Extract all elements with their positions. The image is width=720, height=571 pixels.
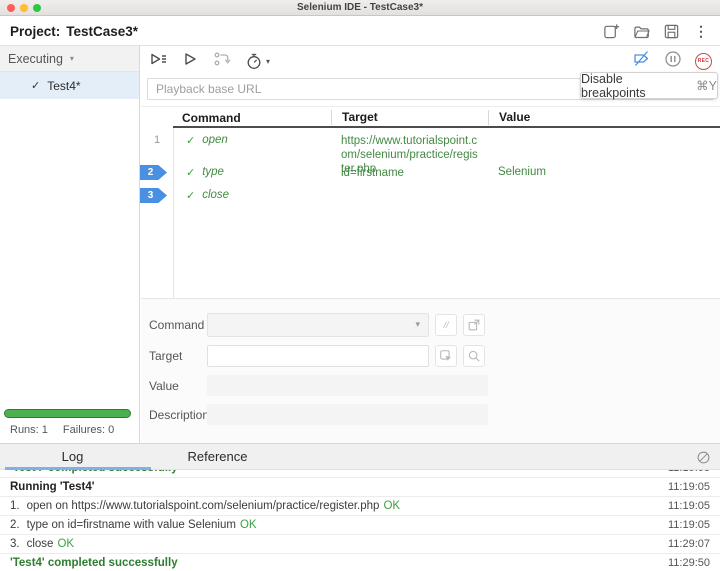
command-cell[interactable]: open bbox=[202, 134, 228, 146]
record-button[interactable]: REC bbox=[695, 52, 712, 70]
run-current-test-button[interactable] bbox=[181, 50, 199, 73]
log-tabbar: Log Reference bbox=[0, 444, 720, 470]
window-controls[interactable] bbox=[7, 4, 41, 12]
select-element-icon[interactable] bbox=[435, 345, 457, 367]
command-cell[interactable]: close bbox=[202, 189, 229, 201]
log-entry: Running 'Test4' 11:19:05 bbox=[0, 478, 720, 497]
log-list: 'Test4' completed successfully 11:19:05 … bbox=[0, 459, 720, 571]
zoom-window-button[interactable] bbox=[33, 4, 41, 12]
test-passed-check-icon: ✓ bbox=[31, 80, 41, 92]
row-number[interactable]: 1 bbox=[141, 128, 173, 161]
column-header-target[interactable]: Target bbox=[331, 110, 488, 125]
test-progress-bar bbox=[4, 409, 131, 418]
description-field-label: Description bbox=[149, 407, 210, 422]
test-name: Test4* bbox=[47, 78, 81, 93]
failures-count: Failures: 0 bbox=[62, 424, 115, 436]
command-select[interactable]: ▾ bbox=[207, 313, 429, 337]
tooltip-shortcut: ⌘Y bbox=[696, 79, 717, 93]
run-all-tests-button[interactable] bbox=[149, 50, 167, 73]
log-entry: 2. type on id=firstname with value Selen… bbox=[0, 516, 720, 535]
chevron-down-icon: ▾ bbox=[266, 56, 271, 66]
search-icon[interactable] bbox=[463, 345, 485, 367]
chevron-down-icon: ▾ bbox=[69, 54, 74, 63]
command-edit-form: Command ▾ // Target Value Description bbox=[141, 298, 720, 443]
target-cell[interactable]: id=firstname bbox=[331, 161, 488, 184]
log-timestamp: 11:19:05 bbox=[667, 481, 710, 493]
log-timestamp: 11:29:50 bbox=[667, 557, 710, 569]
comment-toggle-button[interactable]: // bbox=[435, 314, 457, 336]
log-panel: Log Reference 'Test4' completed successf… bbox=[0, 443, 720, 571]
target-field-label: Target bbox=[149, 349, 183, 363]
log-entry: 1. open on https://www.tutorialspoint.co… bbox=[0, 497, 720, 516]
tests-dropdown[interactable]: Executing ▾ bbox=[0, 46, 139, 72]
row-number[interactable]: 3 bbox=[140, 184, 173, 207]
command-table-header: Command Target Value bbox=[141, 107, 720, 128]
main-panel: ▾ REC Command Target Value bbox=[140, 46, 720, 443]
value-input[interactable] bbox=[207, 375, 488, 396]
log-timestamp: 11:19:05 bbox=[667, 519, 710, 531]
open-project-icon[interactable] bbox=[632, 22, 650, 40]
command-passed-check-icon: ✓ bbox=[186, 167, 196, 179]
kebab-menu-icon[interactable]: ⋮ bbox=[692, 22, 710, 40]
window-title: Selenium IDE - TestCase3* bbox=[297, 2, 423, 13]
table-row[interactable]: 2 ✓ type id=firstname Selenium bbox=[140, 161, 720, 184]
titlebar: Selenium IDE - TestCase3* bbox=[0, 0, 720, 16]
clear-log-icon[interactable] bbox=[694, 448, 712, 466]
step-over-button[interactable] bbox=[213, 50, 231, 73]
gutter-divider bbox=[173, 128, 174, 298]
tests-dropdown-label: Executing bbox=[8, 51, 63, 66]
disable-breakpoints-tooltip: Disable breakpoints ⌘Y bbox=[580, 71, 718, 100]
selenium-ide-window: Selenium IDE - TestCase3* Project: TestC… bbox=[0, 0, 720, 571]
command-field-label: Command bbox=[149, 318, 205, 332]
value-field-label: Value bbox=[149, 378, 179, 393]
breakpoint-badge[interactable]: 3 bbox=[140, 188, 167, 203]
tab-reference[interactable]: Reference bbox=[145, 444, 290, 469]
command-passed-check-icon: ✓ bbox=[186, 190, 196, 202]
value-cell[interactable] bbox=[488, 184, 720, 207]
description-input[interactable] bbox=[207, 404, 488, 425]
column-header-command[interactable]: Command bbox=[173, 111, 331, 125]
breakpoint-badge[interactable]: 2 bbox=[140, 165, 167, 180]
table-row[interactable]: 3 ✓ close bbox=[140, 184, 720, 207]
command-cell[interactable]: type bbox=[202, 166, 224, 178]
disable-breakpoints-button[interactable] bbox=[632, 49, 651, 73]
project-name: TestCase3* bbox=[66, 23, 139, 39]
log-timestamp: 11:29:07 bbox=[667, 538, 710, 550]
log-entry: 3. close OK 11:29:07 bbox=[0, 535, 720, 554]
log-entry: 'Test4' completed successfully 11:29:50 bbox=[0, 554, 720, 571]
tooltip-text: Disable breakpoints bbox=[581, 71, 646, 100]
target-input[interactable] bbox=[207, 345, 429, 367]
close-window-button[interactable] bbox=[7, 4, 15, 12]
new-project-icon[interactable] bbox=[602, 22, 620, 40]
minimize-window-button[interactable] bbox=[20, 4, 28, 12]
log-timestamp: 11:19:05 bbox=[667, 500, 710, 512]
value-cell[interactable] bbox=[488, 128, 720, 161]
command-table-body: 1 ✓ open https://www.tutorialspoint.com/… bbox=[140, 128, 720, 298]
chevron-down-icon: ▾ bbox=[415, 319, 420, 329]
tests-sidebar: Executing ▾ ✓ Test4* Runs: 1 Failures: 0 bbox=[0, 46, 140, 443]
runs-count: Runs: 1 bbox=[10, 424, 48, 436]
project-title: Project: TestCase3* bbox=[10, 24, 138, 39]
save-project-icon[interactable] bbox=[662, 22, 680, 40]
tab-log[interactable]: Log bbox=[0, 444, 151, 470]
sidebar-item-test4[interactable]: ✓ Test4* bbox=[0, 72, 139, 99]
open-new-window-icon[interactable] bbox=[463, 314, 485, 336]
project-bar: Project: TestCase3* ⋮ bbox=[0, 17, 720, 46]
row-number[interactable]: 2 bbox=[140, 161, 173, 184]
value-cell[interactable]: Selenium bbox=[488, 161, 720, 184]
project-label: Project: bbox=[10, 23, 61, 39]
column-header-value[interactable]: Value bbox=[488, 110, 720, 125]
run-stats: Runs: 1 Failures: 0 bbox=[10, 424, 114, 436]
target-cell[interactable] bbox=[331, 184, 488, 207]
command-passed-check-icon: ✓ bbox=[186, 135, 196, 147]
pause-on-exceptions-button[interactable] bbox=[664, 50, 682, 73]
execution-speed-button[interactable]: ▾ bbox=[245, 52, 270, 70]
target-cell[interactable]: https://www.tutorialspoint.com/selenium/… bbox=[331, 128, 488, 175]
table-row[interactable]: 1 ✓ open https://www.tutorialspoint.com/… bbox=[141, 128, 720, 175]
